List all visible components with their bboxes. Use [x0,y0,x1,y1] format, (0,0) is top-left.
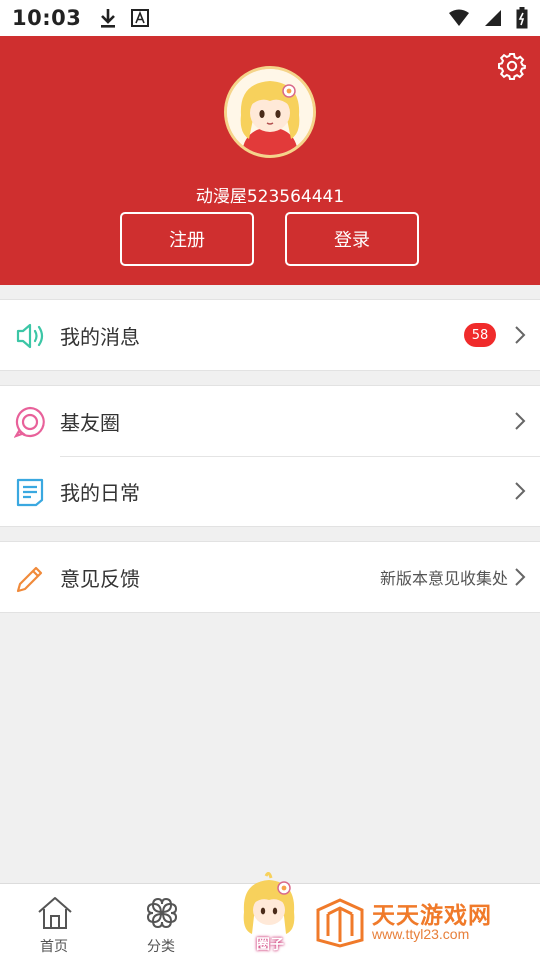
login-button[interactable]: 登录 [285,212,419,266]
watermark-logo-icon [316,898,364,948]
username: 动漫屋523564441 [195,187,345,207]
menu-label-feedback: 意见反馈 [60,566,140,591]
anime-mascot-icon [243,872,295,934]
avatar[interactable] [224,66,316,158]
tab-home-label: 首页 [40,939,68,955]
status-time: 10:03 [12,6,82,30]
pencil-icon [16,566,43,593]
menu-item-friends-circle[interactable]: 基友圈 [0,386,540,456]
chevron-right-icon [515,412,526,430]
watermark-title: 天天游戏网 [372,903,492,929]
chevron-right-icon [515,482,526,500]
menu-item-feedback[interactable]: 意见反馈 新版本意见收集处 [0,542,540,612]
register-button[interactable]: 注册 [120,212,254,266]
note-icon [16,478,44,507]
watermark-url: www.ttyl23.com [372,926,470,942]
chat-bubble-icon [14,406,45,438]
tab-category-label: 分类 [147,939,175,955]
tab-category[interactable]: 分类 [111,884,211,960]
menu-item-daily[interactable]: 我的日常 [0,456,540,526]
speaker-icon [16,323,44,349]
profile-header: 动漫屋523564441 注册 登录 [0,36,540,285]
signal-icon [485,10,501,26]
font-icon [131,9,150,27]
site-watermark: 天天游戏网 www.ttyl23.com [312,890,532,954]
chevron-right-icon [515,568,526,586]
tab-home[interactable]: 首页 [4,884,104,960]
messages-card: 我的消息 58 [0,299,540,371]
status-bar: 10:03 [0,0,540,36]
feedback-hint: 新版本意见收集处 [379,569,508,588]
clover-icon [146,897,178,929]
tab-circle[interactable]: 圈子 [220,872,320,960]
home-icon [38,897,72,929]
wifi-icon [449,9,469,26]
menu-label-daily: 我的日常 [60,480,140,505]
tab-circle-label: 圈子 [256,937,284,953]
feedback-card: 意见反馈 新版本意见收集处 [0,541,540,613]
gear-icon[interactable] [498,52,526,80]
menu-item-messages[interactable]: 我的消息 58 [0,300,540,370]
chevron-right-icon [515,326,526,344]
menu-label-messages: 我的消息 [60,324,140,349]
battery-icon [516,7,528,29]
unread-count-badge: 58 [464,323,496,347]
social-card: 基友圈 我的日常 [0,385,540,527]
menu-label-friends-circle: 基友圈 [60,410,120,435]
download-icon [101,9,116,28]
anime-girl-avatar-image [227,69,313,155]
